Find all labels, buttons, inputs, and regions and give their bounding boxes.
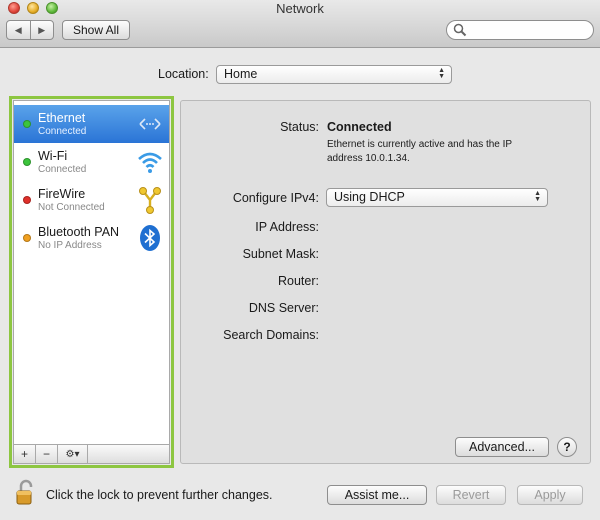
status-label: Status: bbox=[280, 120, 319, 134]
service-list-controls: + − ⚙▾ bbox=[13, 444, 170, 464]
configure-ipv4-label: Configure IPv4: bbox=[232, 191, 319, 205]
status-dot bbox=[23, 196, 31, 204]
service-item-bluetooth-pan[interactable]: Bluetooth PAN No IP Address bbox=[14, 219, 169, 257]
service-status: No IP Address bbox=[38, 240, 102, 251]
popup-arrows-icon: ▲ ▼ bbox=[534, 190, 541, 203]
search-icon bbox=[453, 23, 467, 37]
search-input[interactable] bbox=[446, 20, 594, 40]
service-name: Wi-Fi bbox=[38, 149, 68, 163]
status-value: Connected bbox=[327, 120, 392, 134]
status-dot bbox=[23, 158, 31, 166]
configure-ipv4-select[interactable]: Using DHCP ▲ ▼ bbox=[326, 188, 548, 207]
ethernet-arrows-icon bbox=[139, 118, 161, 130]
service-list: Ethernet Connected Wi-Fi Connected FireW… bbox=[13, 100, 170, 464]
service-status: Connected bbox=[38, 126, 87, 137]
service-item-ethernet[interactable]: Ethernet Connected bbox=[14, 105, 169, 143]
status-dot bbox=[23, 234, 31, 242]
service-item-wifi[interactable]: Wi-Fi Connected bbox=[14, 143, 169, 181]
title-bar: Network ◀ ▶ Show All bbox=[0, 0, 600, 48]
forward-button[interactable]: ▶ bbox=[29, 21, 54, 39]
location-value: Home bbox=[224, 67, 258, 81]
ip-address-label: IP Address: bbox=[255, 220, 319, 234]
status-description: Ethernet is currently active and has the… bbox=[327, 139, 512, 164]
bluetooth-icon bbox=[140, 225, 160, 251]
dns-server-label: DNS Server: bbox=[248, 301, 319, 315]
firewire-icon bbox=[139, 187, 161, 214]
location-label: Location: bbox=[158, 67, 209, 81]
advanced-button[interactable]: Advanced... bbox=[455, 437, 549, 457]
location-select[interactable]: Home ▲ ▼ bbox=[216, 65, 452, 84]
service-name: Bluetooth PAN bbox=[38, 225, 120, 239]
service-name: FireWire bbox=[38, 187, 86, 201]
show-all-button[interactable]: Show All bbox=[62, 20, 130, 40]
configure-ipv4-value: Using DHCP bbox=[334, 190, 405, 204]
help-button[interactable]: ? bbox=[557, 437, 577, 457]
window-title: Network bbox=[276, 1, 324, 16]
subnet-mask-label: Subnet Mask: bbox=[242, 247, 319, 261]
router-label: Router: bbox=[278, 274, 319, 288]
gear-action-button[interactable]: ⚙▾ bbox=[58, 445, 88, 463]
lock-message: Click the lock to prevent further change… bbox=[46, 488, 273, 502]
popup-arrows-icon: ▲ ▼ bbox=[438, 67, 445, 80]
back-forward-control: ◀ ▶ bbox=[6, 20, 54, 40]
status-dot bbox=[23, 120, 31, 128]
apply-button[interactable]: Apply bbox=[517, 485, 583, 505]
wifi-icon bbox=[138, 152, 162, 173]
service-name: Ethernet bbox=[38, 111, 86, 125]
add-service-button[interactable]: + bbox=[14, 445, 36, 463]
revert-button[interactable]: Revert bbox=[436, 485, 506, 505]
assist-me-button[interactable]: Assist me... bbox=[327, 485, 427, 505]
service-status: Not Connected bbox=[38, 202, 105, 213]
search-domains-label: Search Domains: bbox=[223, 328, 319, 342]
remove-service-button[interactable]: − bbox=[36, 445, 58, 463]
back-button[interactable]: ◀ bbox=[7, 21, 30, 39]
service-status: Connected bbox=[38, 164, 87, 175]
service-item-firewire[interactable]: FireWire Not Connected bbox=[14, 181, 169, 219]
lock-icon[interactable] bbox=[14, 478, 38, 506]
